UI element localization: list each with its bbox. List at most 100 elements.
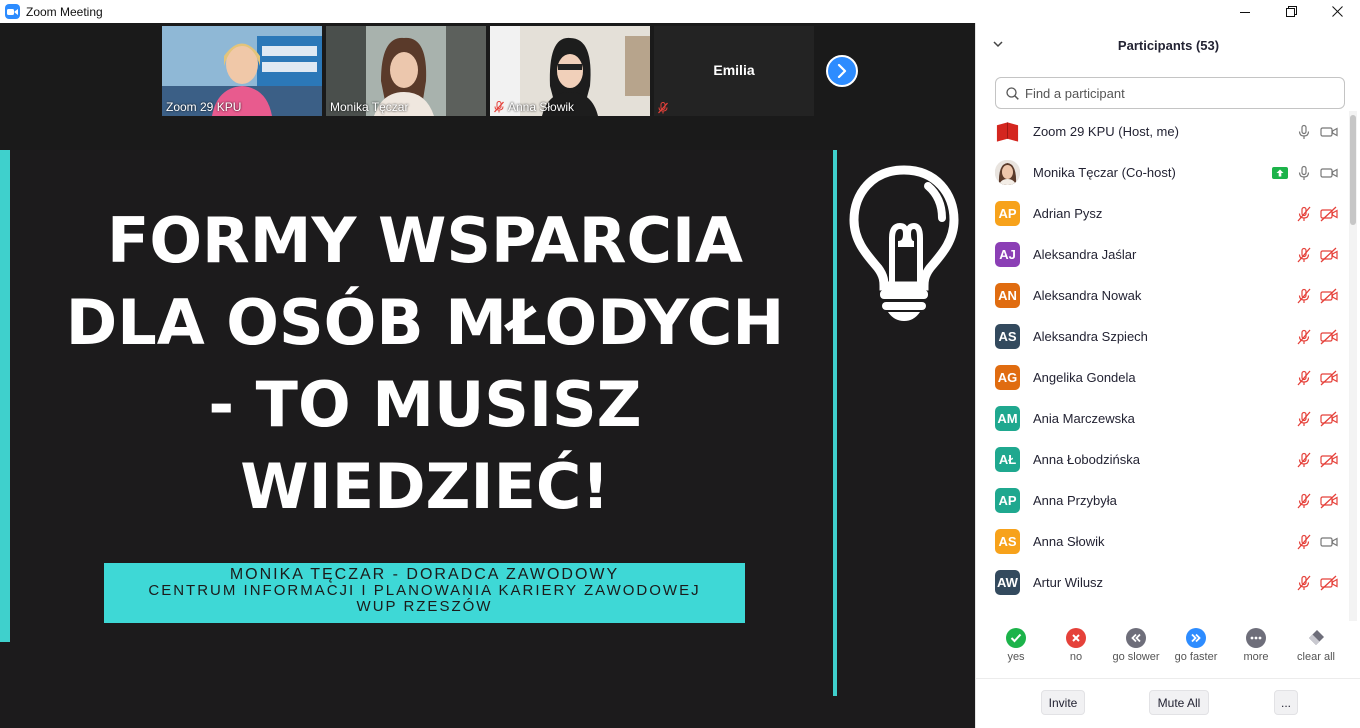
video-off-icon[interactable] [1320, 452, 1338, 468]
video-off-icon[interactable] [1320, 370, 1338, 386]
participant-search-input[interactable] [1025, 85, 1325, 101]
mic-on-icon[interactable] [1296, 124, 1312, 140]
participant-initials-avatar: AJ [995, 242, 1020, 267]
participant-status-icons [1296, 411, 1338, 427]
more-icon [1246, 628, 1266, 648]
reaction-yes-button[interactable]: yes [986, 625, 1046, 675]
chevron-right-icon [837, 64, 847, 78]
restore-button[interactable] [1268, 0, 1314, 23]
zoom-app-icon [5, 4, 20, 19]
lightbulb-icon [849, 165, 959, 321]
mic-muted-icon[interactable] [1296, 288, 1312, 304]
invite-button[interactable]: Invite [1041, 690, 1085, 715]
mic-muted-icon[interactable] [1296, 452, 1312, 468]
video-off-icon[interactable] [1320, 206, 1338, 222]
participant-row[interactable]: AM Ania Marczewska [976, 398, 1348, 439]
close-icon [1331, 6, 1343, 17]
participant-initials-avatar: AN [995, 283, 1020, 308]
slide-title: FORMY WSPARCIA DLA OSÓB MŁODYCH - TO MUS… [30, 200, 820, 528]
participant-row[interactable]: AS Aleksandra Szpiech [976, 316, 1348, 357]
participant-status-icons [1296, 534, 1338, 550]
participant-row[interactable]: AJ Aleksandra Jaślar [976, 234, 1348, 275]
chevron-down-icon[interactable] [992, 39, 1004, 49]
reaction-label: no [1069, 651, 1083, 663]
video-off-icon[interactable] [1320, 493, 1338, 509]
mic-muted-icon[interactable] [1296, 329, 1312, 345]
video-thumbnail[interactable]: Anna Słowik [490, 26, 650, 116]
video-on-icon[interactable] [1320, 124, 1338, 140]
participant-status-icons [1296, 247, 1338, 263]
participant-initials-avatar: AM [995, 406, 1020, 431]
thumbnail-name: Monika Tęczar [330, 100, 409, 114]
close-button[interactable] [1314, 0, 1360, 23]
video-on-icon[interactable] [1320, 534, 1338, 550]
participant-name: Adrian Pysz [1033, 206, 1103, 221]
mic-muted-icon[interactable] [1296, 534, 1312, 550]
video-thumbnail[interactable]: Emilia [654, 26, 814, 116]
scrollbar-thumb[interactable] [1350, 115, 1356, 225]
participant-photo-avatar [995, 160, 1020, 185]
participant-name: Aleksandra Jaślar [1033, 247, 1137, 262]
participant-name: Aleksandra Szpiech [1033, 329, 1148, 344]
participant-status-icons [1296, 452, 1338, 468]
reaction-go-faster-button[interactable]: go faster [1166, 625, 1226, 675]
video-off-icon[interactable] [1320, 247, 1338, 263]
more-options-button[interactable]: ... [1274, 690, 1298, 715]
video-off-icon[interactable] [1320, 575, 1338, 591]
participant-row[interactable]: AG Angelika Gondela [976, 357, 1348, 398]
video-off-icon[interactable] [1320, 288, 1338, 304]
reaction-label: go slower [1112, 651, 1160, 663]
slide-subtitle: MONIKA TĘCZAR - DORADCA ZAWODOWY CENTRUM… [104, 563, 745, 623]
participant-row[interactable]: Monika Tęczar (Co-host) [976, 152, 1348, 193]
video-off-icon[interactable] [1320, 329, 1338, 345]
video-on-icon[interactable] [1320, 165, 1338, 181]
mic-muted-icon[interactable] [1296, 493, 1312, 509]
reaction-go-slower-button[interactable]: go slower [1106, 625, 1166, 675]
search-icon [1006, 86, 1019, 100]
mic-muted-icon[interactable] [1296, 411, 1312, 427]
participant-name: Monika Tęczar (Co-host) [1033, 165, 1176, 180]
mute-all-button[interactable]: Mute All [1149, 690, 1209, 715]
participant-status-icons [1296, 288, 1338, 304]
mic-on-icon[interactable] [1296, 165, 1312, 181]
participant-row[interactable]: AW Artur Wilusz [976, 562, 1348, 603]
participant-row[interactable]: Zoom 29 KPU (Host, me) [976, 111, 1348, 152]
participant-initials-avatar: AS [995, 529, 1020, 554]
mic-muted-icon[interactable] [1296, 247, 1312, 263]
mic-muted-icon[interactable] [1296, 370, 1312, 386]
nonverbal-feedback-bar: yes no go slower go faster more clear al… [976, 625, 1348, 675]
panel-header: Participants (53) [976, 23, 1360, 67]
reaction-more-button[interactable]: more [1226, 625, 1286, 675]
video-thumbnail[interactable]: Monika Tęczar [326, 26, 486, 116]
slide-title-line: - TO MUSISZ [208, 368, 642, 441]
participant-row[interactable]: AP Anna Przybyła [976, 480, 1348, 521]
video-off-icon[interactable] [1320, 411, 1338, 427]
participant-name: Anna Łobodzińska [1033, 452, 1140, 467]
mic-muted-icon[interactable] [1296, 206, 1312, 222]
participant-initials-avatar: AG [995, 365, 1020, 390]
participant-initials-avatar: AP [995, 201, 1020, 226]
video-thumbnail[interactable]: Zoom 29 KPU [162, 26, 322, 116]
participant-row[interactable]: AN Aleksandra Nowak [976, 275, 1348, 316]
minimize-button[interactable] [1222, 0, 1268, 23]
eraser-icon [1306, 628, 1326, 648]
window-title: Zoom Meeting [26, 4, 103, 19]
participant-initials-avatar: AS [995, 324, 1020, 349]
slide-accent-bar-left [0, 150, 10, 642]
participant-row[interactable]: AS Anna Słowik [976, 521, 1348, 562]
reaction-no-button[interactable]: no [1046, 625, 1106, 675]
participant-name: Ania Marczewska [1033, 411, 1135, 426]
participant-row[interactable]: AŁ Anna Łobodzińska [976, 439, 1348, 480]
slide-subtitle-line: CENTRUM INFORMACJI I PLANOWANIA KARIERY … [148, 582, 701, 599]
participant-row[interactable]: AP Adrian Pysz [976, 193, 1348, 234]
mic-muted-icon [658, 102, 668, 114]
next-page-button[interactable] [826, 55, 858, 87]
reaction-clear-all-button[interactable]: clear all [1286, 625, 1346, 675]
participant-search-box[interactable] [995, 77, 1345, 109]
participant-name: Zoom 29 KPU (Host, me) [1033, 124, 1179, 139]
participant-list-scrollbar[interactable] [1349, 111, 1357, 621]
slide-title-line: FORMY WSPARCIA [106, 204, 744, 277]
participant-initials-avatar: AŁ [995, 447, 1020, 472]
mic-muted-icon[interactable] [1296, 575, 1312, 591]
video-area: Zoom 29 KPU Monika Tęczar Anna Słowik Em… [0, 23, 975, 728]
